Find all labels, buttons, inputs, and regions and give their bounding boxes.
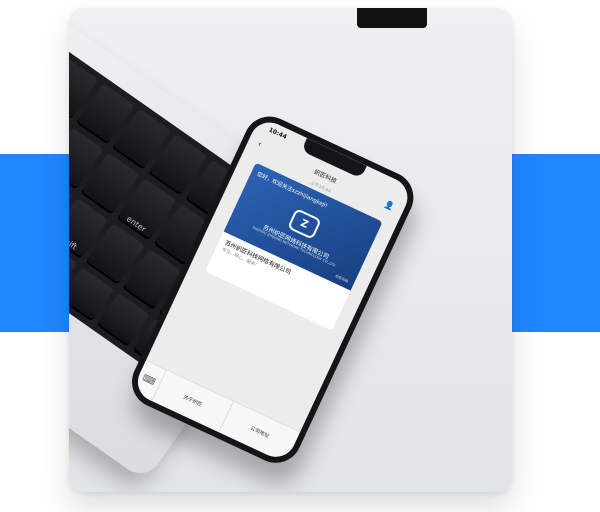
user-icon[interactable]: 👤 (383, 199, 396, 211)
chevron-left-icon[interactable]: ‹ (256, 139, 263, 150)
blue-accent-band-right (512, 154, 600, 332)
watermark: 织匠科技 (334, 274, 349, 284)
status-time: 10:44 (267, 126, 288, 141)
laptop-key-fragment (357, 8, 427, 28)
blue-accent-band-left (0, 154, 80, 332)
photo-card: backspaceentershift 10:44 ‹ 织匠科技 👤 上午10:… (69, 8, 512, 492)
